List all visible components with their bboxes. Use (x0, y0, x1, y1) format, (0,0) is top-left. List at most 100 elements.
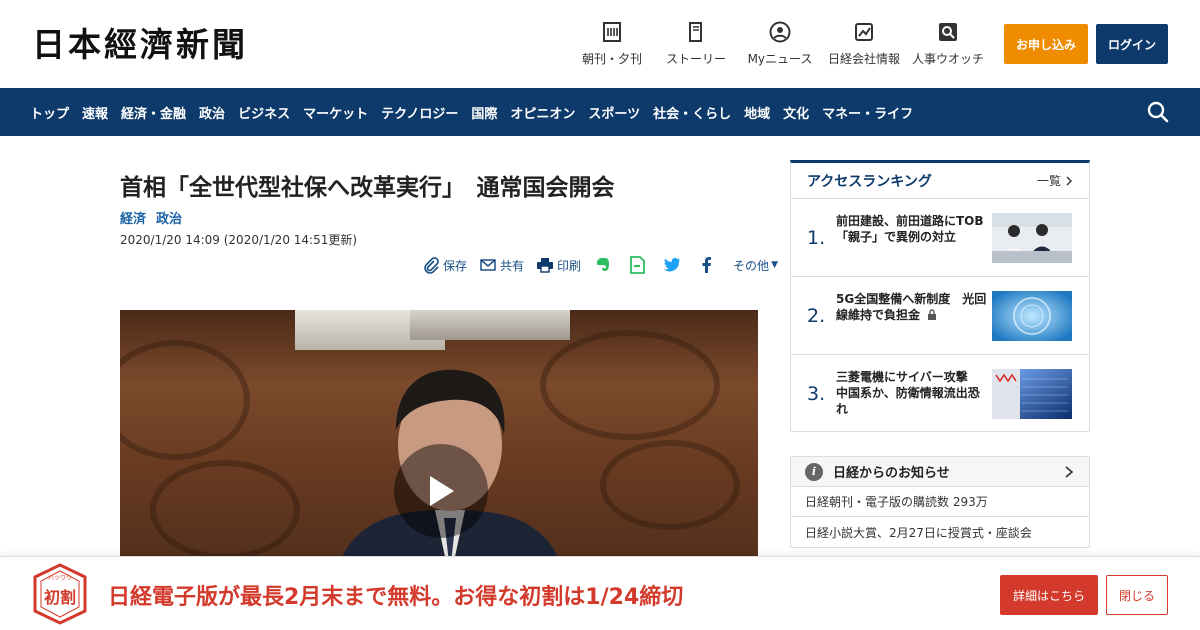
facebook-button[interactable] (698, 256, 719, 274)
ranking-more-link[interactable]: 一覧 (1037, 172, 1073, 189)
navbar-list: トップ 速報 経済・金融 政治 ビジネス マーケット テクノロジー 国際 オピニ… (30, 88, 926, 136)
badge-text: 初割 (44, 588, 76, 607)
notice-item[interactable]: 日経朝刊・電子版の購読数 293万 (791, 487, 1089, 517)
chevron-right-icon (1066, 176, 1072, 185)
ranking-thumbnail (992, 291, 1072, 341)
notice-header[interactable]: i 日経からのお知らせ (791, 457, 1089, 487)
save-button[interactable]: 保存 (422, 256, 467, 274)
ranking-header: アクセスランキング 一覧 (791, 163, 1089, 199)
article-title: 首相「全世代型社保へ改革実行」 通常国会開会 (120, 175, 615, 201)
more-share-button[interactable]: その他 ▼ (733, 257, 778, 274)
bookmark-button[interactable] (628, 256, 649, 274)
rank-headline: 三菱電機にサイバー攻撃 中国系か、防衛情報流出恐れ (836, 370, 980, 416)
search-icon[interactable] (1146, 100, 1170, 124)
newspaper-icon (600, 20, 624, 44)
bookmark-icon (630, 256, 645, 274)
article-video[interactable] (120, 310, 758, 556)
share-button[interactable]: 共有 (479, 256, 524, 274)
print-label: 印刷 (557, 258, 582, 273)
person-icon (768, 20, 792, 44)
notice-item[interactable]: 日経小説大賞、2月27日に授賞式・座談会 (791, 517, 1089, 547)
nav-item-money-life[interactable]: マネー・ライフ (822, 103, 913, 122)
site-header: 日本經濟新聞 朝刊・夕刊 ストーリー Myニュース 日経会社情報 人事ウオッチ … (0, 0, 1200, 88)
nav-item-culture[interactable]: 文化 (783, 103, 809, 122)
chevron-right-icon (1065, 466, 1074, 478)
evernote-button[interactable] (593, 256, 614, 274)
header-nav-label: Myニュース (747, 52, 813, 66)
ranking-item[interactable]: 2. 5G全国整備へ新制度 光回線維持で負担金 (791, 277, 1089, 355)
header-nav-mynews[interactable]: Myニュース (738, 20, 822, 70)
twitter-icon (664, 257, 681, 272)
nav-item-breaking[interactable]: 速報 (82, 103, 108, 122)
rank-number: 2. (807, 305, 826, 327)
header-nav-label: 朝刊・夕刊 (581, 52, 642, 66)
nav-item-technology[interactable]: テクノロジー (381, 103, 458, 122)
rank-number: 3. (807, 383, 826, 405)
more-label: その他 (733, 258, 770, 273)
nav-item-top[interactable]: トップ (30, 103, 69, 122)
evernote-icon (597, 258, 610, 271)
ranking-more-label: 一覧 (1036, 174, 1061, 188)
nav-item-economy[interactable]: 経済・金融 (121, 103, 186, 122)
ranking-thumbnail (992, 369, 1072, 419)
rank-number: 1. (807, 227, 826, 249)
article-categories: 経済 政治 (120, 208, 182, 227)
main-navbar: トップ 速報 経済・金融 政治 ビジネス マーケット テクノロジー 国際 オピニ… (0, 88, 1200, 136)
nav-item-business[interactable]: ビジネス (238, 103, 290, 122)
site-logo[interactable]: 日本經濟新聞 (32, 26, 248, 64)
info-icon: i (805, 462, 823, 481)
play-button[interactable] (394, 444, 488, 538)
share-toolbar: 保存 共有 印刷 その他 ▼ (422, 254, 790, 276)
nav-item-society[interactable]: 社会・くらし (653, 103, 731, 122)
header-nav-personnel[interactable]: 人事ウオッチ (906, 20, 990, 70)
category-economy[interactable]: 経済 (120, 208, 146, 227)
header-nav-label: 人事ウオッチ (911, 52, 984, 66)
twitter-button[interactable] (663, 256, 684, 274)
notice-title: 日経からのお知らせ (833, 466, 950, 481)
print-button[interactable]: 印刷 (536, 256, 581, 274)
search-person-icon (936, 20, 960, 44)
play-icon (430, 476, 454, 506)
share-label: 共有 (500, 258, 525, 273)
header-nav-label: ストーリー (665, 52, 726, 66)
access-ranking: アクセスランキング 一覧 1. 前田建設、前田道路にTOB 「親子」で異例の対立… (790, 160, 1090, 432)
book-icon (684, 20, 708, 44)
ranking-title: アクセスランキング (807, 173, 932, 190)
nav-item-region[interactable]: 地域 (744, 103, 770, 122)
notice-box: i 日経からのお知らせ 日経朝刊・電子版の購読数 293万 日経小説大賞、2月2… (790, 456, 1090, 548)
apply-button[interactable]: お申し込み (1004, 24, 1088, 64)
paperclip-icon (424, 257, 439, 274)
category-politics[interactable]: 政治 (156, 208, 182, 227)
book-stack (410, 310, 570, 340)
mail-icon (480, 259, 496, 271)
header-nav-label: 日経会社情報 (827, 52, 900, 66)
header-nav: 朝刊・夕刊 ストーリー Myニュース 日経会社情報 人事ウオッチ (570, 20, 990, 70)
article-datetime: 2020/1/20 14:09 (2020/1/20 14:51更新) (120, 233, 358, 247)
caret-down-icon: ▼ (771, 260, 778, 270)
ranking-item[interactable]: 1. 前田建設、前田道路にTOB 「親子」で異例の対立 (791, 199, 1089, 277)
login-button[interactable]: ログイン (1096, 24, 1168, 64)
badge-ruby: ハツワリ (48, 575, 72, 582)
header-nav-story[interactable]: ストーリー (654, 20, 738, 70)
nav-item-international[interactable]: 国際 (471, 103, 497, 122)
promo-text: 日経電子版が最長2月末まで無料。お得な初割は1/24締切 (108, 585, 684, 610)
header-nav-newspaper[interactable]: 朝刊・夕刊 (570, 20, 654, 70)
rank-headline: 5G全国整備へ新制度 光回線維持で負担金 (836, 292, 987, 322)
nav-item-market[interactable]: マーケット (303, 103, 368, 122)
chart-icon (852, 20, 876, 44)
nav-item-politics[interactable]: 政治 (199, 103, 225, 122)
header-nav-company-info[interactable]: 日経会社情報 (822, 20, 906, 70)
nav-item-opinion[interactable]: オピニオン (510, 103, 575, 122)
facebook-icon (702, 257, 712, 273)
ranking-item[interactable]: 3. 三菱電機にサイバー攻撃 中国系か、防衛情報流出恐れ (791, 355, 1089, 433)
ranking-thumbnail (992, 213, 1072, 263)
printer-icon (537, 258, 554, 273)
hatsuwari-badge: ハツワリ 初割 (33, 563, 87, 625)
lock-icon (928, 309, 937, 320)
details-button[interactable]: 詳細はこちら (1000, 575, 1098, 615)
nav-item-sports[interactable]: スポーツ (588, 103, 640, 122)
rank-headline: 前田建設、前田道路にTOB 「親子」で異例の対立 (836, 214, 996, 244)
save-label: 保存 (443, 258, 468, 273)
close-banner-button[interactable]: 閉じる (1106, 575, 1168, 615)
promo-banner: ハツワリ 初割 日経電子版が最長2月末まで無料。お得な初割は1/24締切 詳細は… (0, 556, 1200, 630)
